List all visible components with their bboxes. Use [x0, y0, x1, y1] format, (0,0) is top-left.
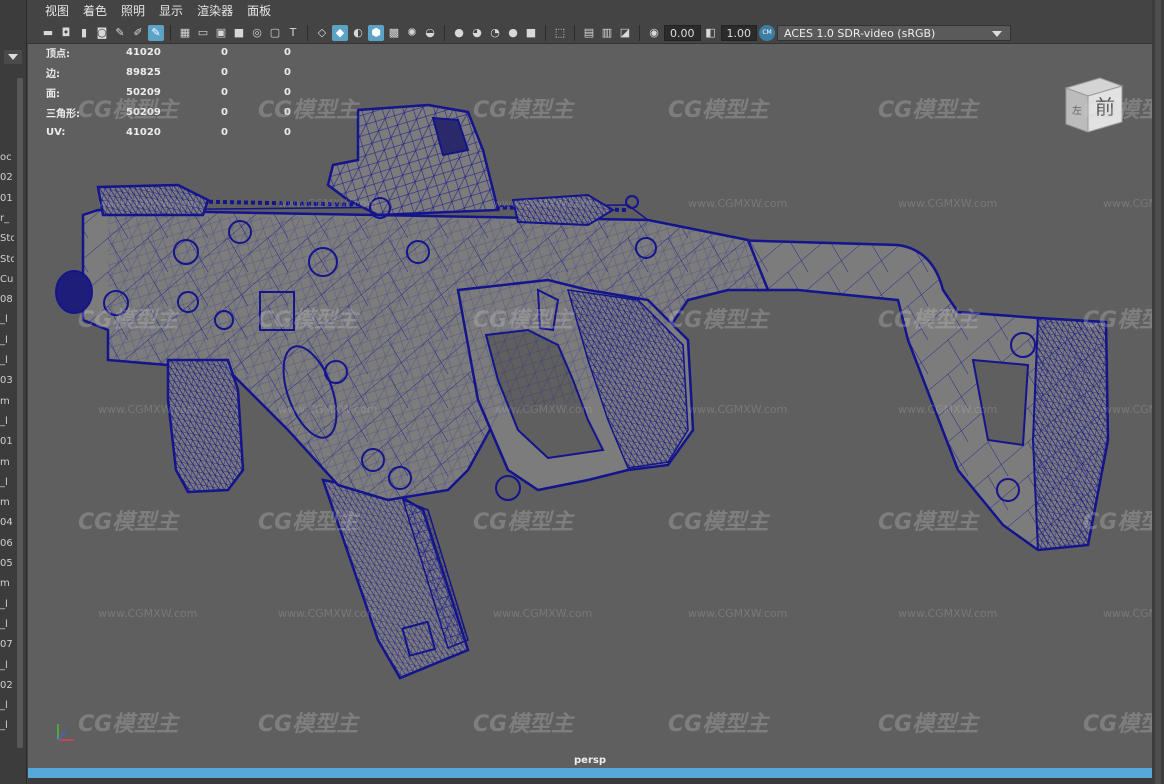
outliner-item[interactable]: _l	[0, 700, 14, 711]
viewport-panel[interactable]: 视图 着色 照明 显示 渲染器 面板 ▬ ◘ ▮ ◙ ✎ ✐ ✎ ▦ ▭ ▣ ■…	[28, 0, 1164, 784]
watermark-url: www.CGMXW.com	[688, 197, 788, 210]
outliner-item[interactable]: 04	[0, 517, 14, 528]
outliner-item[interactable]: 06	[0, 538, 14, 549]
watermark-url: www.CGMXW.com	[493, 197, 593, 210]
watermark-logo: CG模型主	[78, 98, 179, 123]
watermark-url: www.CGMXW.com	[278, 607, 378, 620]
outliner-item[interactable]: 07	[0, 639, 14, 650]
foregrip-mesh	[166, 358, 245, 494]
watermark-logo: CG模型主	[668, 712, 769, 737]
hud-value: 0	[284, 126, 291, 138]
camera-name-label: persp	[574, 755, 606, 766]
outliner-item[interactable]: 02	[0, 680, 14, 691]
watermark-url: www.CGMXW.com	[898, 607, 998, 620]
watermark-logo: CG模型主	[473, 308, 574, 333]
watermark-logo: CG模型主	[258, 308, 359, 333]
active-panel-indicator	[28, 768, 1152, 778]
outliner-item[interactable]: _l	[0, 599, 14, 610]
outliner-item[interactable]: Cu	[0, 274, 14, 285]
watermark-url: www.CGMXW.com	[278, 403, 378, 416]
axis-gizmo	[57, 724, 74, 741]
watermark-logo: CG模型主	[878, 510, 979, 535]
outliner-item[interactable]: _l	[0, 314, 14, 325]
watermark-logo: CG模型主	[473, 712, 574, 737]
watermark-url: www.CGMXW.com	[98, 197, 198, 210]
hud-value: 41020	[126, 126, 161, 138]
hud-value: 0	[221, 126, 228, 138]
watermark-logo: CG模型主	[668, 510, 769, 535]
outliner-item[interactable]: m	[0, 396, 14, 407]
outliner-item[interactable]: _l	[0, 720, 14, 731]
watermark-logo: CG模型主	[78, 308, 179, 333]
hud-value: 0	[221, 66, 228, 78]
hud-value: 0	[221, 46, 228, 58]
watermark-logo: CG模型主	[878, 712, 979, 737]
watermark-url: www.CGMXW.com	[688, 607, 788, 620]
watermark-url: www.CGMXW.com	[898, 403, 998, 416]
hud-row-uvs: UV: 41020 0 0	[46, 122, 324, 142]
right-scroll-strip	[1152, 0, 1164, 784]
watermark-logo: CG模型主	[473, 98, 574, 123]
watermark-logo: CG模型主	[258, 98, 359, 123]
hud-value: 0	[284, 66, 291, 78]
outliner-item[interactable]: m	[0, 497, 14, 508]
hud-value: 41020	[126, 46, 161, 58]
outliner-item[interactable]: 01	[0, 193, 14, 204]
outliner-item[interactable]: Stc	[0, 254, 14, 265]
outliner-strip: oc 02 01 r_ Stc Stc Cu 08 _l _l _l 03 m _l 01 m _l m 04 06 0…	[0, 0, 27, 784]
right-scrollbar[interactable]	[1155, 0, 1161, 784]
watermark-logo: CG模型主	[258, 510, 359, 535]
outliner-item[interactable]: 08	[0, 294, 14, 305]
outliner-item[interactable]: m	[0, 457, 14, 468]
outliner-item[interactable]: r_	[0, 213, 14, 224]
viewcube-side-label[interactable]: 左	[1072, 104, 1082, 117]
hud-value: 0	[284, 46, 291, 58]
outliner-item[interactable]: _l	[0, 416, 14, 427]
hud-value: 89825	[126, 66, 161, 78]
watermark-logo: CG模型主	[258, 712, 359, 737]
outliner-item[interactable]: _l	[0, 335, 14, 346]
watermark-url: www.CGMXW.com	[98, 607, 198, 620]
outliner-item[interactable]: 02	[0, 172, 14, 183]
watermark-logo: CG模型主	[78, 712, 179, 737]
watermark-logo: CG模型主	[78, 510, 179, 535]
hud-label: UV:	[46, 126, 66, 138]
hud-label: 边:	[46, 68, 60, 80]
hud-label: 顶点:	[46, 48, 70, 60]
watermark-logo: CG模型主	[668, 98, 769, 123]
outliner-item[interactable]: m	[0, 578, 14, 589]
outliner-item[interactable]: Stc	[0, 233, 14, 244]
watermark-logo: CG模型主	[878, 308, 979, 333]
outliner-item[interactable]: 05	[0, 558, 14, 569]
outliner-item[interactable]: 03	[0, 375, 14, 386]
watermark-url: www.CGMXW.com	[688, 403, 788, 416]
hud-row-edges: 边: 89825 0 0	[46, 62, 324, 82]
watermark-logo: CG模型主	[668, 308, 769, 333]
outliner-item[interactable]: 01	[0, 436, 14, 447]
watermark-logo: CG模型主	[878, 98, 979, 123]
outliner-item[interactable]: _l	[0, 660, 14, 671]
hud-row-vertices: 顶点: 41020 0 0	[46, 42, 324, 62]
panel-bottom-edge	[28, 778, 1152, 784]
outliner-scrollbar[interactable]	[17, 78, 23, 748]
watermark-url: www.CGMXW.com	[98, 403, 198, 416]
watermark-url: www.CGMXW.com	[493, 607, 593, 620]
watermark-url: www.CGMXW.com	[493, 403, 593, 416]
watermark-url: www.CGMXW.com	[278, 197, 378, 210]
outliner-item[interactable]: _l	[0, 477, 14, 488]
watermark-url: www.CGMXW.com	[898, 197, 998, 210]
outliner-item[interactable]: _l	[0, 619, 14, 630]
watermark-logo: CG模型主	[473, 510, 574, 535]
outliner-item[interactable]: oc	[0, 152, 14, 163]
outliner-dropdown[interactable]	[4, 50, 22, 64]
outliner-item[interactable]: _l	[0, 355, 14, 366]
